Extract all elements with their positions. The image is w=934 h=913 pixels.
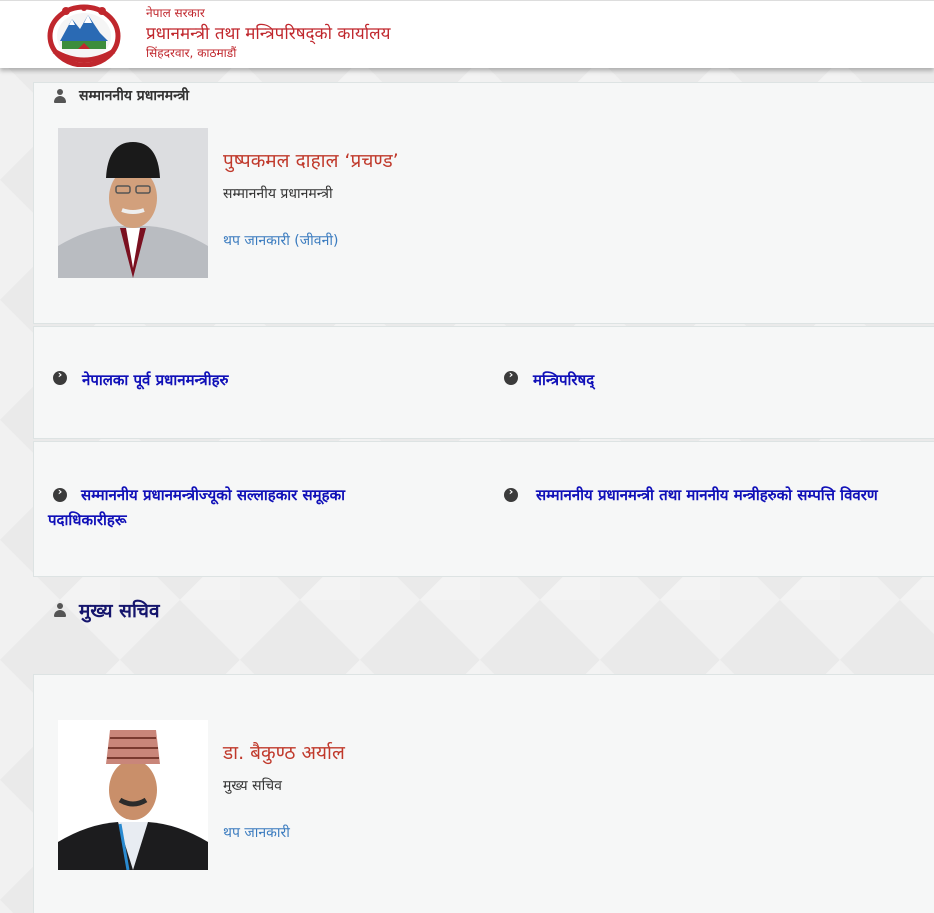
property-details-label: सम्माननीय प्रधानमन्त्री तथा माननीय मन्त्… [536,486,878,504]
header-address: सिंहदरवार, काठमाडौं [146,46,237,60]
former-pms-label: नेपालका पूर्व प्रधानमन्त्रीहरु [82,371,229,389]
site-header: नेपाल सरकार प्रधानमन्त्री तथा मन्त्रिपरि… [0,0,934,68]
property-details-link[interactable]: › सम्माननीय प्रधानमन्त्री तथा माननीय मन्त… [498,483,923,508]
pm-heading-text: सम्माननीय प्रधानमन्त्री [79,88,190,104]
nepal-emblem-icon[interactable] [44,3,124,67]
pm-role: सम्माननीय प्रधानमन्त्री [223,186,333,202]
header-office-title[interactable]: प्रधानमन्त्री तथा मन्त्रिपरिषद्को कार्या… [146,21,391,44]
arrow-circle-right-icon: › [504,485,518,502]
advisor-group-link[interactable]: › सम्माननीय प्रधानमन्त्रीज्यूको सल्लाहकार… [48,483,428,533]
secretary-role: मुख्य सचिव [223,778,282,794]
secretary-section-heading: मुख्य सचिव [53,597,160,623]
secretary-name[interactable]: डा. बैकुण्ठ अर्याल [223,739,345,765]
user-icon [53,88,67,103]
council-of-ministers-link[interactable]: › मन्त्रिपरिषद् [504,368,594,393]
secretary-photo [58,720,208,870]
arrow-circle-right-icon: › [53,368,67,385]
header-gov-label: नेपाल सरकार [146,6,205,20]
former-pms-link[interactable]: › नेपालका पूर्व प्रधानमन्त्रीहरु [53,368,229,393]
arrow-circle-right-icon: › [53,485,67,502]
secretary-more-link[interactable]: थप जानकारी [223,823,290,842]
pm-name[interactable]: पुष्पकमल दाहाल ‘प्रचण्ड’ [223,147,399,173]
pm-section-heading: सम्माननीय प्रधानमन्त्री [53,86,189,105]
pm-photo [58,128,208,278]
secretary-heading-text: मुख्य सचिव [79,600,160,622]
user-icon [53,603,67,617]
advisor-group-label: सम्माननीय प्रधानमन्त्रीज्यूको सल्लाहकार … [48,486,345,529]
council-of-ministers-label: मन्त्रिपरिषद् [533,371,595,389]
pm-biography-link[interactable]: थप जानकारी (जीवनी) [223,231,338,250]
arrow-circle-right-icon: › [504,368,518,385]
